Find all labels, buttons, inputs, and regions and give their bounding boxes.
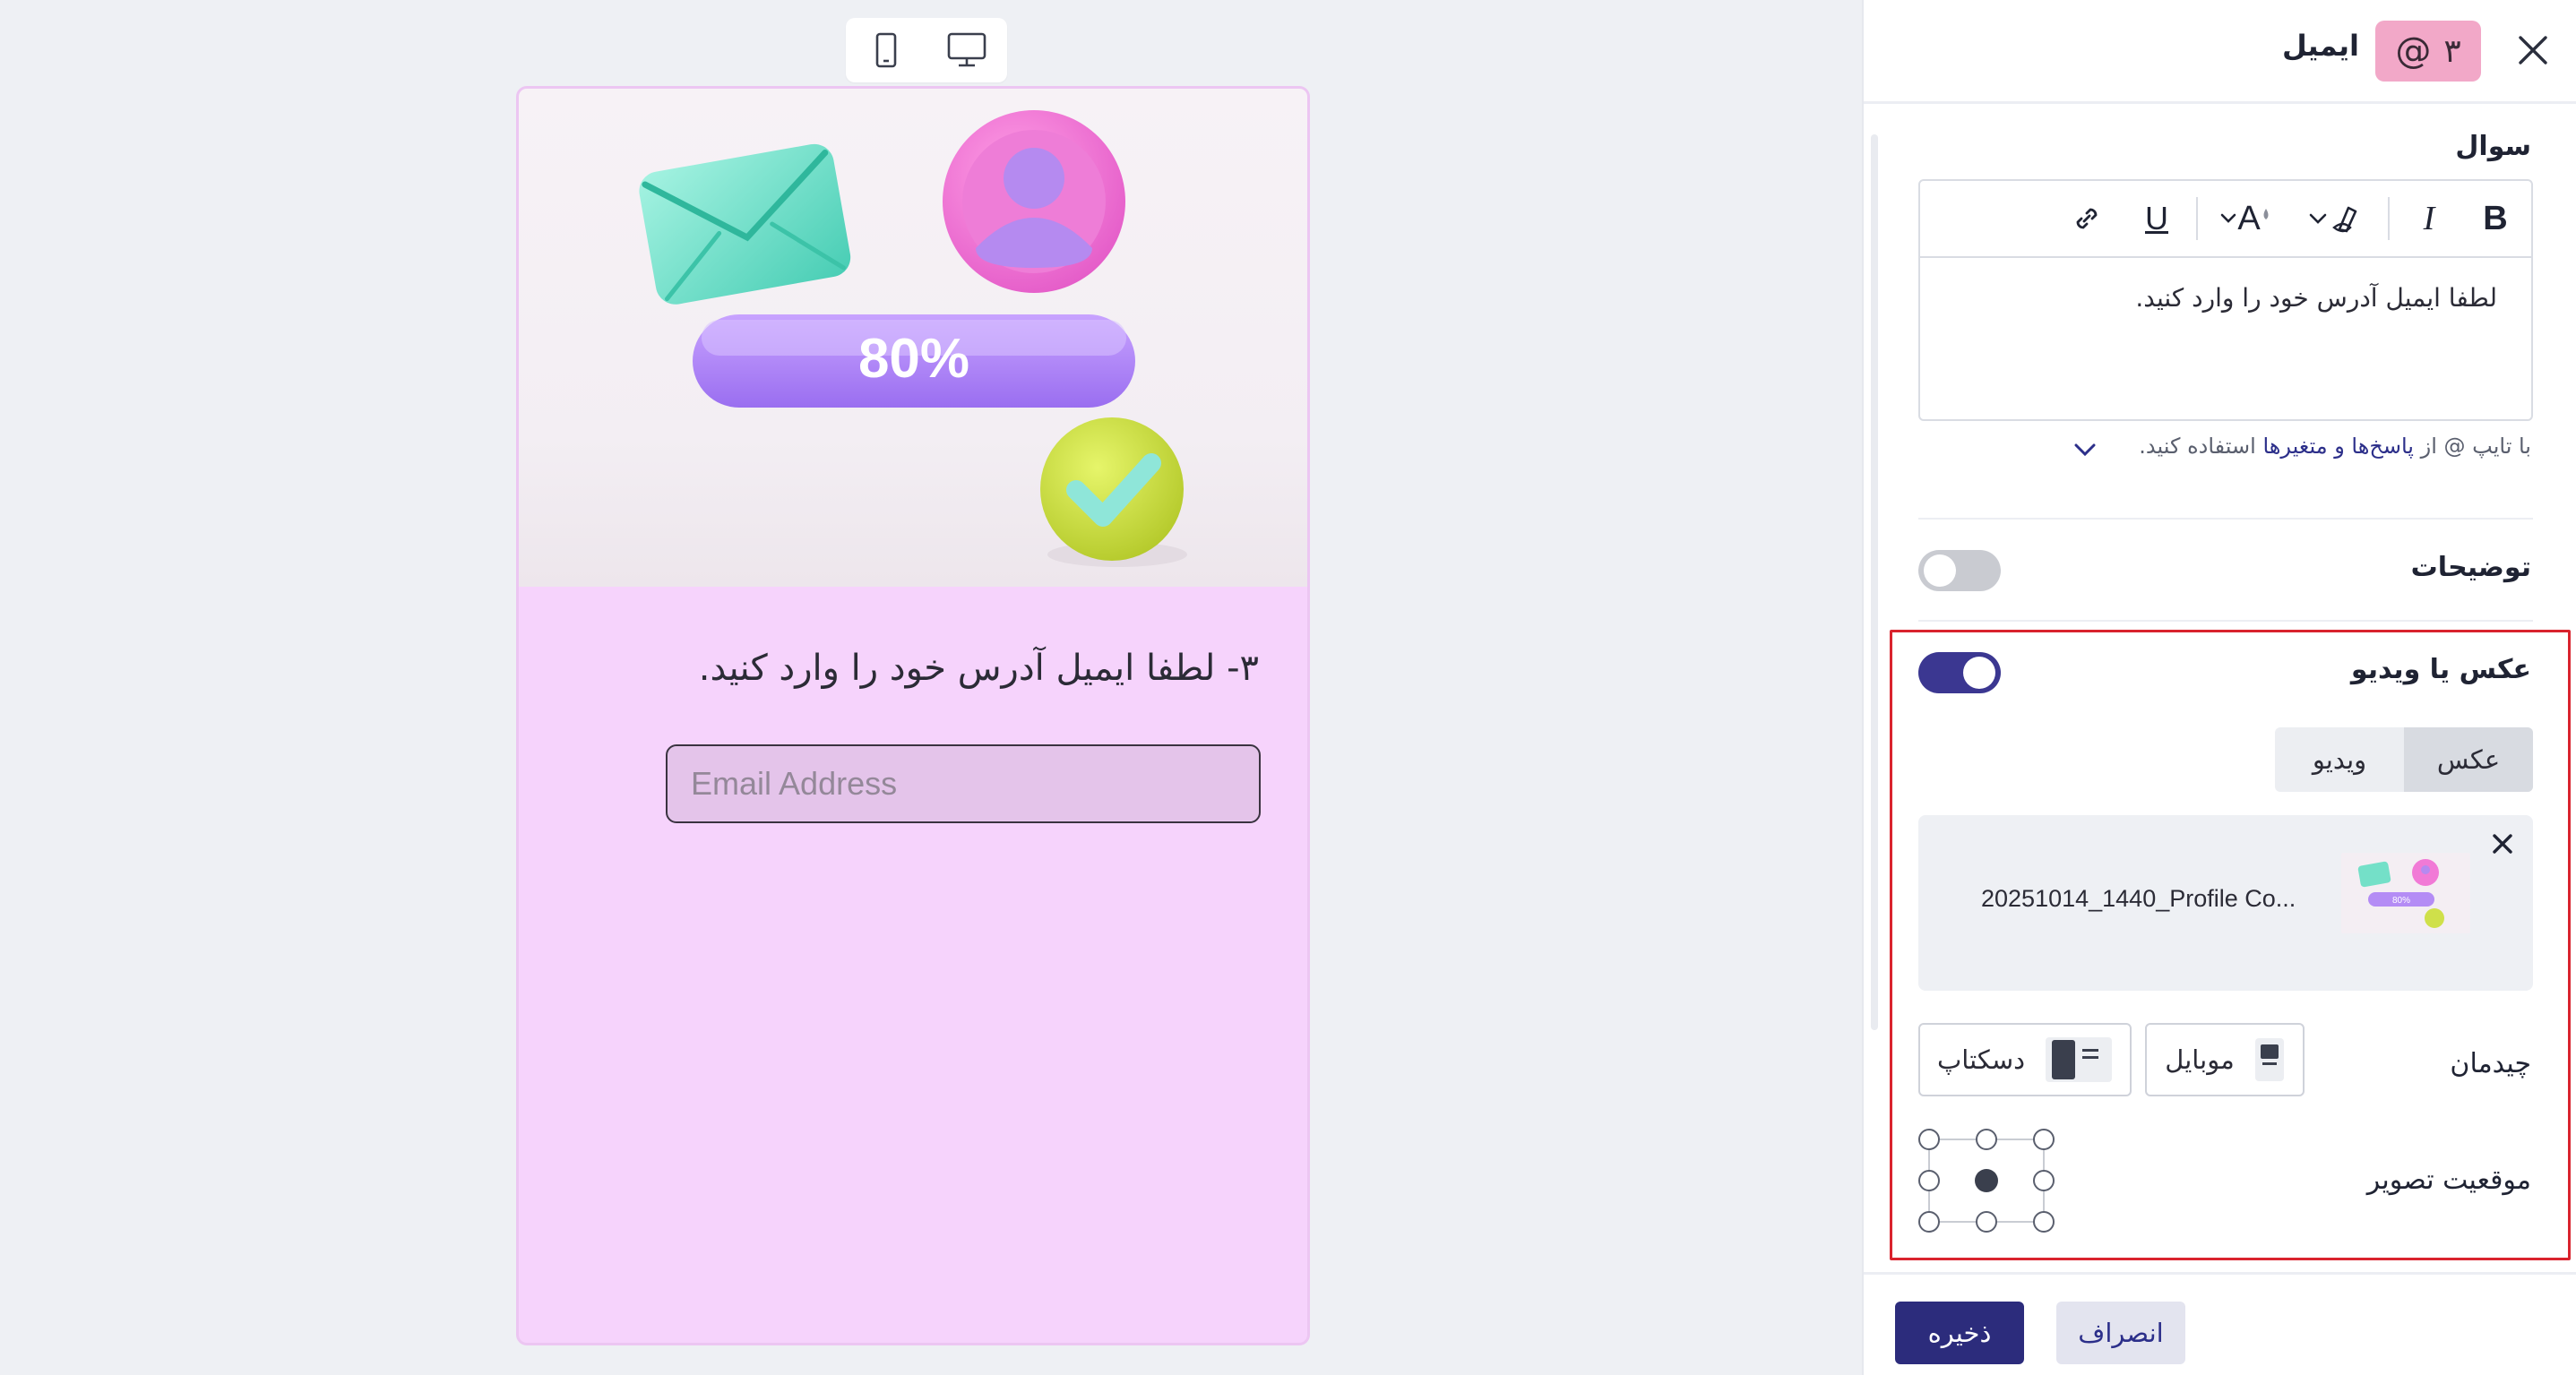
layout-desktop-button[interactable]: دسکتاپ xyxy=(1918,1023,2132,1096)
highlight-icon xyxy=(2309,206,2357,233)
close-icon xyxy=(2493,834,2512,854)
font-size-icon: A xyxy=(2237,199,2261,237)
toggle-knob xyxy=(1963,657,1995,689)
image-position-label: موقعیت تصویر xyxy=(2366,1164,2531,1196)
desktop-preview-button[interactable] xyxy=(938,25,995,75)
toggle-knob xyxy=(1924,554,1956,587)
desktop-monitor-icon xyxy=(947,32,986,67)
file-name: 20251014_1440_Profile Co... xyxy=(1981,885,2296,912)
layout-label: چیدمان xyxy=(2450,1048,2531,1079)
underline-button[interactable]: U xyxy=(2133,193,2180,244)
layout-mobile-label: موبایل xyxy=(2165,1044,2235,1075)
envelope-icon xyxy=(639,143,851,305)
form-preview-card: 80% ۳- لطفا ایمیل آدرس خود را وارد کنید. xyxy=(516,86,1310,1345)
bold-button[interactable]: B xyxy=(2472,193,2519,244)
text-color-dot-icon xyxy=(2263,209,2269,219)
close-button[interactable] xyxy=(2510,27,2556,73)
mobile-preview-button[interactable] xyxy=(857,25,915,75)
editor-toolbar: B I A U xyxy=(1920,181,2531,258)
image-position-selector[interactable] xyxy=(1918,1129,2055,1233)
device-toggle xyxy=(846,18,1007,82)
variables-link[interactable]: پاسخ‌ها و متغیرها xyxy=(2262,434,2414,459)
hero-image: 80% xyxy=(519,89,1307,587)
italic-icon: I xyxy=(2423,200,2435,237)
layout-mobile-button[interactable]: موبایل xyxy=(2145,1023,2305,1096)
description-label: توضیحات xyxy=(2410,552,2531,583)
desktop-layout-icon xyxy=(2046,1037,2113,1082)
panel-footer: ذخیره انصراف xyxy=(1864,1272,2576,1375)
mobile-layout-icon xyxy=(2254,1038,2284,1081)
at-sign-icon: @ xyxy=(2395,30,2432,72)
mobile-device-icon xyxy=(875,32,897,68)
panel-header: @ ۳ ایمیل xyxy=(1864,0,2576,104)
close-icon xyxy=(2519,36,2547,64)
description-toggle[interactable] xyxy=(1918,550,2001,591)
chevron-down-icon[interactable] xyxy=(2072,439,2098,460)
question-number: ۳ xyxy=(2443,32,2461,70)
layout-desktop-label: دسکتاپ xyxy=(1936,1044,2026,1075)
panel-title: ایمیل xyxy=(2281,29,2359,63)
tab-image[interactable]: عکس xyxy=(2404,727,2533,792)
file-thumbnail: 80% xyxy=(2341,853,2470,933)
variables-hint: با تایپ @ از پاسخ‌ها و متغیرها استفاده ک… xyxy=(2139,434,2531,459)
media-label: عکس یا ویدیو xyxy=(2350,654,2531,685)
preview-question-title: ۳- لطفا ایمیل آدرس خود را وارد کنید. xyxy=(698,648,1259,689)
remove-file-button[interactable] xyxy=(2486,828,2519,860)
profile-avatar-icon xyxy=(943,110,1125,293)
question-type-badge: @ ۳ xyxy=(2375,21,2481,82)
cancel-button[interactable]: انصراف xyxy=(2056,1302,2185,1364)
link-icon xyxy=(2076,208,2098,229)
progress-pill: 80% xyxy=(693,314,1135,408)
hint-prefix: با تایپ @ از xyxy=(2413,434,2531,459)
toolbar-separator xyxy=(2196,197,2198,240)
question-settings-panel: @ ۳ ایمیل سوال B I A U لطفا ایمیل آدرس خ… xyxy=(1862,0,2576,1375)
divider xyxy=(1918,518,2533,520)
editor-content[interactable]: لطفا ایمیل آدرس خود را وارد کنید. xyxy=(2135,283,2497,313)
highlight-dropdown[interactable] xyxy=(2300,193,2370,244)
thumb-progress-label: 80% xyxy=(2392,896,2410,906)
chevron-down-icon xyxy=(2221,213,2236,223)
media-type-tabs: ویدیو عکس xyxy=(2275,727,2533,792)
question-section-label: سوال xyxy=(2455,131,2531,162)
question-editor: B I A U لطفا ایمیل آدرس خود را وارد کنید… xyxy=(1918,179,2533,421)
panel-scrollbar[interactable] xyxy=(1871,134,1878,1030)
uploaded-file-card: 80% 20251014_1440_Profile Co... xyxy=(1918,815,2533,991)
save-button[interactable]: ذخیره xyxy=(1895,1302,2024,1364)
media-toggle[interactable] xyxy=(1918,652,2001,693)
divider xyxy=(1918,620,2533,622)
email-field[interactable] xyxy=(666,744,1261,823)
link-button[interactable] xyxy=(2063,193,2110,244)
underline-icon: U xyxy=(2145,200,2168,236)
tab-video[interactable]: ویدیو xyxy=(2275,727,2404,792)
italic-button[interactable]: I xyxy=(2406,193,2452,244)
font-size-dropdown[interactable]: A xyxy=(2210,193,2280,244)
app-window: 80% ۳- لطفا ایمیل آدرس خود را وارد کنید. xyxy=(0,0,2576,1375)
bold-icon: B xyxy=(2483,199,2508,237)
hero-illustration: 80% xyxy=(639,110,1187,567)
check-badge-icon xyxy=(1040,417,1187,567)
progress-label: 80% xyxy=(858,328,969,390)
toolbar-separator xyxy=(2388,197,2390,240)
hint-suffix: استفاده کنید. xyxy=(2139,434,2263,459)
